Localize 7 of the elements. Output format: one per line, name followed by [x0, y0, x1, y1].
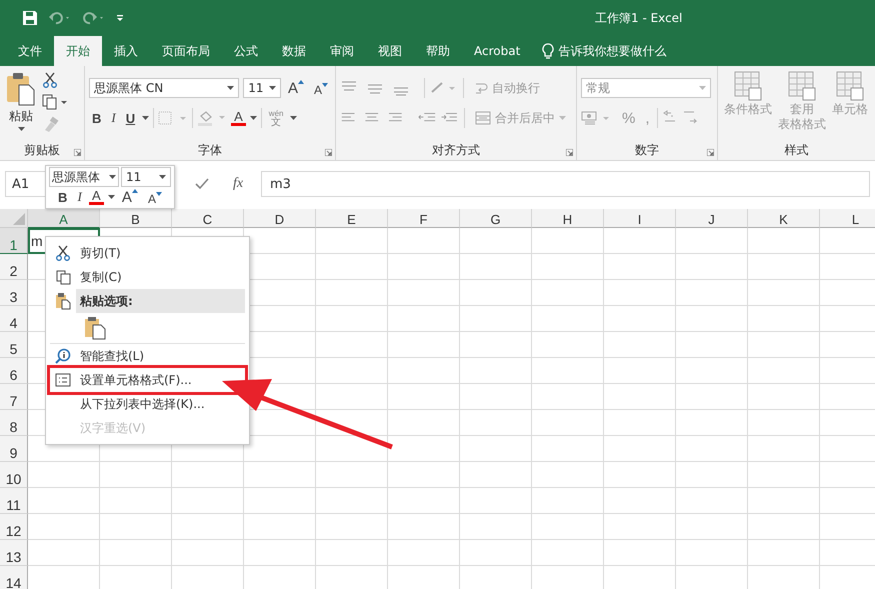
group-label: 数字 [635, 142, 659, 158]
group-label: 剪贴板 [24, 142, 60, 158]
group-label: 样式 [784, 142, 808, 158]
group-label: 对齐方式 [432, 142, 480, 158]
window-title: 工作簿1 - Excel [595, 10, 682, 26]
group-label: 字体 [198, 142, 222, 158]
menu-section-label: 粘贴选项: [76, 289, 245, 313]
